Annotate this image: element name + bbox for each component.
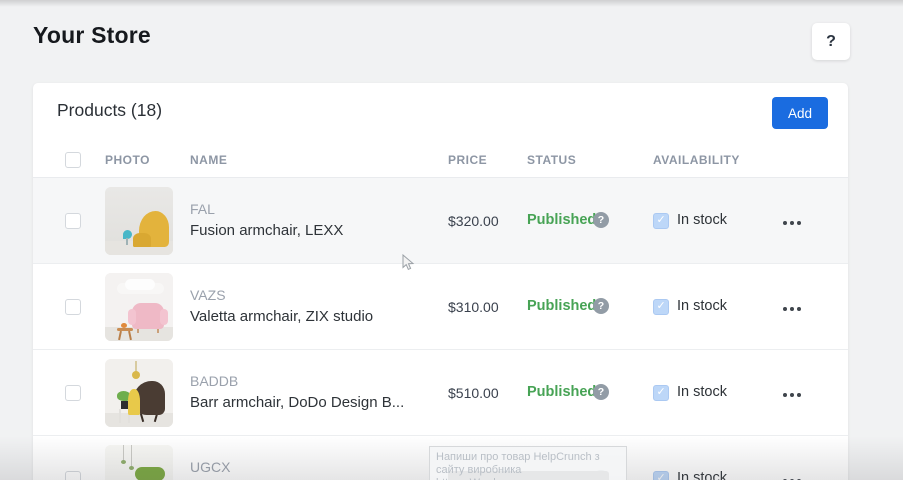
photo-decor <box>135 361 137 377</box>
products-panel: Products (18) Add PHOTO NAME PRICE STATU… <box>33 83 848 480</box>
row-actions-menu-icon[interactable] <box>783 214 817 228</box>
status-badge: Published <box>527 212 596 228</box>
row-actions-menu-icon[interactable] <box>783 386 817 400</box>
your-store-app: { "page": { "title": "Your Store", "help… <box>0 0 903 480</box>
column-header-name: NAME <box>190 143 227 177</box>
column-header-availability: AVAILABILITY <box>653 143 740 177</box>
status-info-icon[interactable]: ? <box>593 212 609 228</box>
photo-decor <box>125 279 155 290</box>
row-checkbox[interactable] <box>65 385 81 401</box>
product-photo <box>105 273 173 341</box>
in-stock-label: In stock <box>677 470 727 480</box>
photo-decor <box>135 467 165 480</box>
photo-decor <box>139 211 169 247</box>
in-stock-label: In stock <box>677 212 727 228</box>
product-sku: UGCX <box>190 458 230 477</box>
product-name: Fusion armchair, LEXX <box>190 219 343 242</box>
photo-decor <box>121 401 128 409</box>
product-price: $510.00 <box>448 385 499 401</box>
in-stock-label: In stock <box>677 384 727 400</box>
status-badge: Published <box>527 298 596 314</box>
photo-decor <box>137 329 159 333</box>
product-name-cell: VAZS Valetta armchair, ZIX studio <box>190 286 373 328</box>
panel-title: Products (18) <box>57 100 162 121</box>
photo-decor <box>105 413 173 427</box>
photo-decor <box>131 445 132 467</box>
product-sku: FAL <box>190 200 343 219</box>
product-name: Valetta armchair, ZIX studio <box>190 305 373 328</box>
row-actions-menu-icon[interactable] <box>783 300 817 314</box>
product-name-cell: UGCX <box>190 458 230 477</box>
product-photo <box>105 359 173 427</box>
product-name-cell: BADDB Barr armchair, DoDo Design B... <box>190 372 404 414</box>
tooltip-line: Напиши про товар HelpCrunch з сайту виро… <box>436 451 620 477</box>
status-info-icon[interactable]: ? <box>593 384 609 400</box>
in-stock-checkbox[interactable] <box>653 299 669 315</box>
status-badge: Published <box>527 384 596 400</box>
product-price: $310.00 <box>448 299 499 315</box>
column-header-status: STATUS <box>527 143 576 177</box>
table-row[interactable]: BADDB Barr armchair, DoDo Design B... $5… <box>33 350 848 436</box>
photo-decor <box>121 323 127 328</box>
select-all-checkbox[interactable] <box>65 152 81 168</box>
row-actions-menu-icon[interactable] <box>783 472 817 480</box>
status-info-icon[interactable]: ? <box>593 298 609 314</box>
photo-decor <box>132 303 164 329</box>
photo-decor <box>123 230 132 239</box>
page-title: Your Store <box>33 22 151 49</box>
photo-decor <box>121 460 126 464</box>
product-sku: VAZS <box>190 286 373 305</box>
table-row[interactable]: FAL Fusion armchair, LEXX $320.00 Publis… <box>33 178 848 264</box>
taskbar-tooltip: Напиши про товар HelpCrunch з сайту виро… <box>429 446 627 480</box>
in-stock-checkbox[interactable] <box>653 385 669 401</box>
row-checkbox[interactable] <box>65 299 81 315</box>
help-button[interactable]: ? <box>812 23 850 60</box>
photo-decor <box>129 466 134 470</box>
row-checkbox[interactable] <box>65 471 81 480</box>
column-header-photo: PHOTO <box>105 143 150 177</box>
product-price: $320.00 <box>448 213 499 229</box>
in-stock-label: In stock <box>677 298 727 314</box>
add-product-button[interactable]: Add <box>772 97 828 129</box>
table-row[interactable]: VAZS Valetta armchair, ZIX studio $310.0… <box>33 264 848 350</box>
product-name: Barr armchair, DoDo Design B... <box>190 391 404 414</box>
photo-decor <box>123 445 124 461</box>
photo-decor <box>133 381 165 415</box>
photo-decor <box>117 328 133 331</box>
in-stock-checkbox[interactable] <box>653 213 669 229</box>
in-stock-checkbox[interactable] <box>653 471 669 480</box>
table-body: FAL Fusion armchair, LEXX $320.00 Publis… <box>33 178 848 480</box>
screen-edge-shade <box>0 0 903 7</box>
product-photo <box>105 445 173 480</box>
product-sku: BADDB <box>190 372 404 391</box>
product-name-cell: FAL Fusion armchair, LEXX <box>190 200 343 242</box>
column-header-price: PRICE <box>448 143 487 177</box>
row-checkbox[interactable] <box>65 213 81 229</box>
mouse-cursor <box>402 254 415 277</box>
product-photo <box>105 187 173 255</box>
table-header: PHOTO NAME PRICE STATUS AVAILABILITY <box>33 143 848 178</box>
